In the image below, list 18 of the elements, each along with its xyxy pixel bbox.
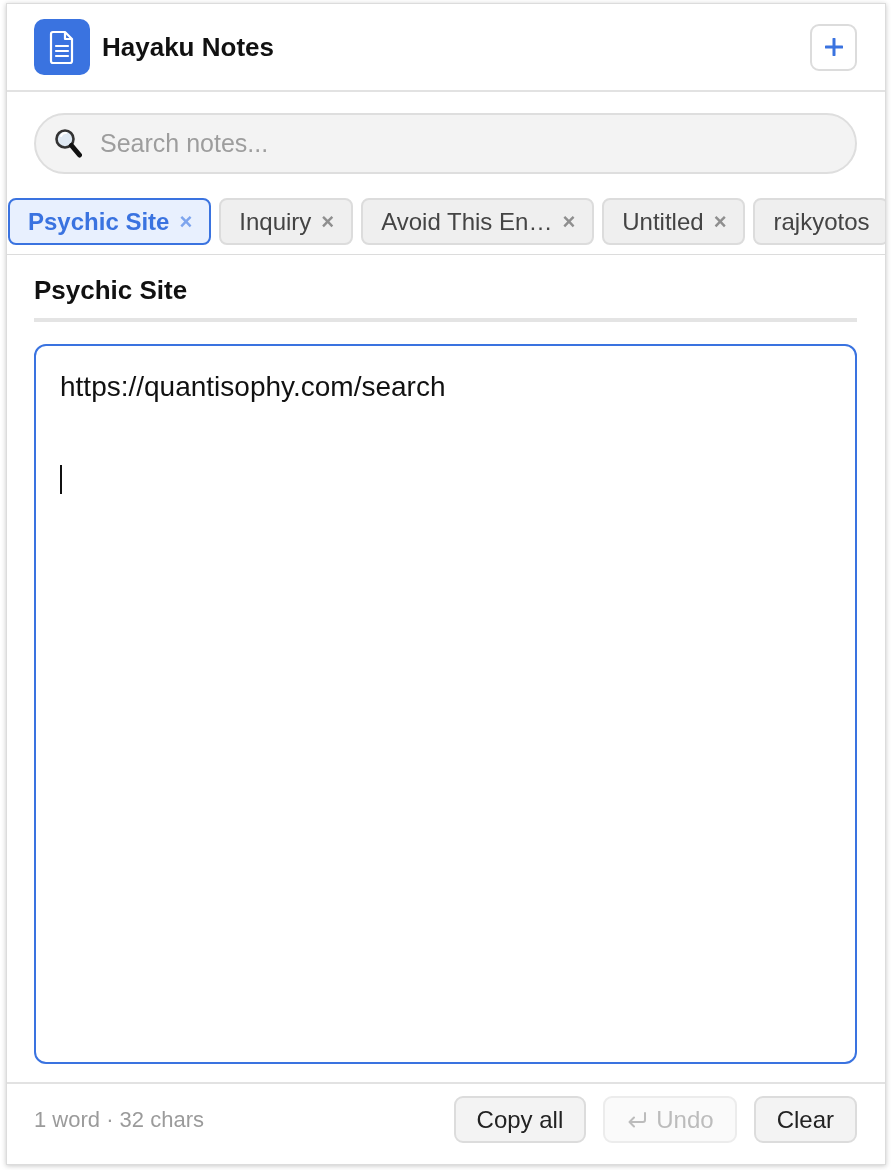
return-arrow-icon (626, 1110, 649, 1129)
search-icon (54, 128, 82, 158)
note-tab[interactable]: Psychic Site × (8, 198, 212, 245)
document-icon (34, 19, 90, 75)
plus-icon (824, 38, 843, 56)
note-tab[interactable]: Untitled × (602, 198, 746, 245)
text-cursor-icon (60, 465, 62, 494)
search-field[interactable]: Search notes... (34, 113, 857, 174)
note-editor[interactable]: https://quantisophy.com/search (34, 344, 857, 1064)
footer-button[interactable]: Copy all (453, 1096, 587, 1143)
add-note-button[interactable] (810, 23, 857, 71)
app-title: Hayaku Notes (102, 31, 275, 63)
note-tab[interactable]: rajkyotos (753, 198, 885, 245)
footer-button[interactable]: Clear (753, 1096, 857, 1143)
word-count-text: 1 word · 32 chars (34, 1106, 204, 1133)
note-tab[interactable]: Avoid This En… × (361, 198, 595, 245)
note-title-field[interactable]: Psychic Site (34, 274, 857, 322)
note-tab[interactable]: Inquiry × (219, 198, 354, 245)
